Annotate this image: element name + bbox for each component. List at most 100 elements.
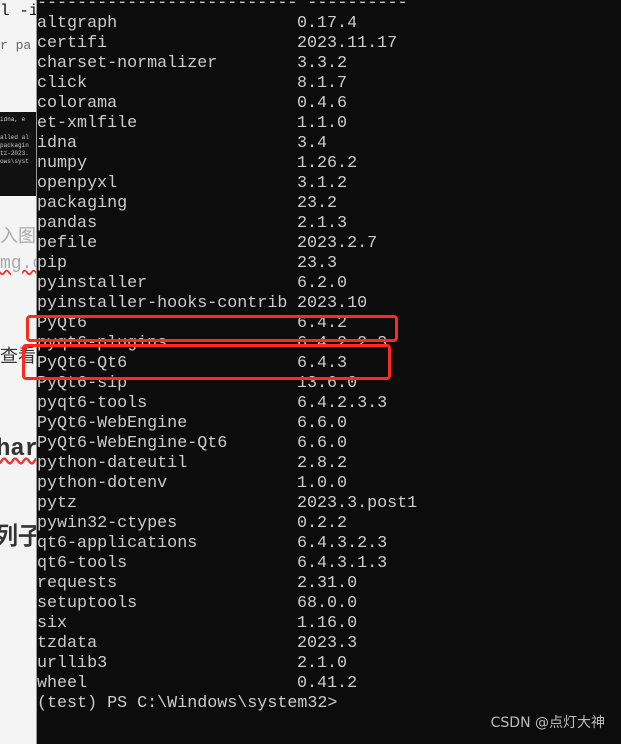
package-name: numpy <box>37 154 88 173</box>
package-version: 23.3 <box>297 254 338 273</box>
package-row: idna 3.4 <box>37 134 621 154</box>
package-row: wheel 0.41.2 <box>37 674 621 694</box>
package-version: 2023.2.7 <box>297 234 378 253</box>
package-name: python-dotenv <box>37 474 168 493</box>
package-row: pytz 2023.3.post1 <box>37 494 621 514</box>
package-version: 1.0.0 <box>297 474 348 493</box>
thumb-line: tz-2023. <box>0 150 29 157</box>
package-version: 1.1.0 <box>297 114 348 133</box>
blog-fragment: r pa <box>0 38 32 53</box>
package-name: requests <box>37 574 118 593</box>
package-version: 3.4 <box>297 134 328 153</box>
package-row: pip 23.3 <box>37 254 621 274</box>
package-name: pytz <box>37 494 78 513</box>
package-name: pyqt6-tools <box>37 394 148 413</box>
package-version: 6.6.0 <box>297 434 348 453</box>
package-version: 1.16.0 <box>297 614 358 633</box>
package-row: tzdata 2023.3 <box>37 634 621 654</box>
package-name: openpyxl <box>37 174 118 193</box>
package-name: PyQt6-WebEngine-Qt6 <box>37 434 228 453</box>
package-name: altgraph <box>37 14 118 33</box>
package-name: wheel <box>37 674 88 693</box>
highlight-box-pyqt6 <box>26 315 398 342</box>
package-name: setuptools <box>37 594 138 613</box>
package-name: pyinstaller-hooks-contrib <box>37 294 288 313</box>
package-name: idna <box>37 134 78 153</box>
package-version: 1.26.2 <box>297 154 358 173</box>
package-version: 6.2.0 <box>297 274 348 293</box>
package-row: colorama 0.4.6 <box>37 94 621 114</box>
package-name: pefile <box>37 234 98 253</box>
package-name: PyQt6-WebEngine <box>37 414 188 433</box>
table-separator: -------------------------- ---------- <box>37 0 408 13</box>
package-version: 2023.3.post1 <box>297 494 418 513</box>
thumb-line: alled al <box>0 134 29 141</box>
package-version: 0.41.2 <box>297 674 358 693</box>
package-row: PyQt6-WebEngine-Qt6 6.6.0 <box>37 434 621 454</box>
package-row: setuptools 68.0.0 <box>37 594 621 614</box>
package-name: charset-normalizer <box>37 54 218 73</box>
package-name: urllib3 <box>37 654 108 673</box>
package-name: packaging <box>37 194 128 213</box>
package-row: six 1.16.0 <box>37 614 621 634</box>
package-name: colorama <box>37 94 118 113</box>
package-version: 8.1.7 <box>297 74 348 93</box>
blog-screenshot-thumbnail: idna, e alled al packagin tz-2023. ows\s… <box>0 112 36 196</box>
package-version: 3.3.2 <box>297 54 348 73</box>
package-row: urllib3 2.1.0 <box>37 654 621 674</box>
package-version: 68.0.0 <box>297 594 358 613</box>
package-version: 2023.11.17 <box>297 34 398 53</box>
package-name: pyinstaller <box>37 274 148 293</box>
package-version: 6.4.2.3.3 <box>297 394 388 413</box>
package-row: et-xmlfile 1.1.0 <box>37 114 621 134</box>
package-row: openpyxl 3.1.2 <box>37 174 621 194</box>
thumb-line: idna, e <box>0 116 26 123</box>
terminal-prompt[interactable]: (test) PS C:\Windows\system32> <box>37 694 621 714</box>
package-row: qt6-tools 6.4.3.1.3 <box>37 554 621 574</box>
package-version: 2.1.0 <box>297 654 348 673</box>
package-version: 23.2 <box>297 194 338 213</box>
package-version: 2.31.0 <box>297 574 358 593</box>
package-row: numpy 1.26.2 <box>37 154 621 174</box>
package-name: click <box>37 74 88 93</box>
package-row: packaging 23.2 <box>37 194 621 214</box>
package-row: charset-normalizer 3.3.2 <box>37 54 621 74</box>
package-version: 0.4.6 <box>297 94 348 113</box>
package-version: 6.6.0 <box>297 414 348 433</box>
blog-fragment: mg.c <box>0 254 36 274</box>
package-row: pywin32-ctypes 0.2.2 <box>37 514 621 534</box>
package-row: pyqt6-tools 6.4.2.3.3 <box>37 394 621 414</box>
package-row: click 8.1.7 <box>37 74 621 94</box>
package-version: 3.1.2 <box>297 174 348 193</box>
package-row: PyQt6-WebEngine 6.6.0 <box>37 414 621 434</box>
blog-fragment: har <box>0 436 37 463</box>
package-version: 6.4.3.2.3 <box>297 534 388 553</box>
package-row: python-dotenv 1.0.0 <box>37 474 621 494</box>
package-name: python-dateutil <box>37 454 188 473</box>
package-name: pandas <box>37 214 98 233</box>
package-name: pip <box>37 254 68 273</box>
package-name: qt6-applications <box>37 534 198 553</box>
package-name: six <box>37 614 68 633</box>
thumb-line: ows\syst <box>0 158 29 165</box>
package-row: pefile 2023.2.7 <box>37 234 621 254</box>
package-row: certifi 2023.11.17 <box>37 34 621 54</box>
blog-fragment: 列子 <box>0 516 36 552</box>
package-version: 2.1.3 <box>297 214 348 233</box>
package-version: 2.8.2 <box>297 454 348 473</box>
package-version: 0.17.4 <box>297 14 358 33</box>
watermark: CSDN @点灯大神 <box>490 715 605 731</box>
thumb-line: packagin <box>0 142 29 149</box>
package-row: qt6-applications 6.4.3.2.3 <box>37 534 621 554</box>
package-row: pyinstaller 6.2.0 <box>37 274 621 294</box>
highlight-box-pyqt6-qt6 <box>22 344 391 380</box>
package-row: pandas 2.1.3 <box>37 214 621 234</box>
package-name: tzdata <box>37 634 98 653</box>
package-name: certifi <box>37 34 108 53</box>
package-row: requests 2.31.0 <box>37 574 621 594</box>
package-name: qt6-tools <box>37 554 128 573</box>
package-row: python-dateutil 2.8.2 <box>37 454 621 474</box>
blog-fragment: l -i <box>0 2 37 20</box>
package-row: altgraph 0.17.4 <box>37 14 621 34</box>
package-name: pywin32-ctypes <box>37 514 178 533</box>
